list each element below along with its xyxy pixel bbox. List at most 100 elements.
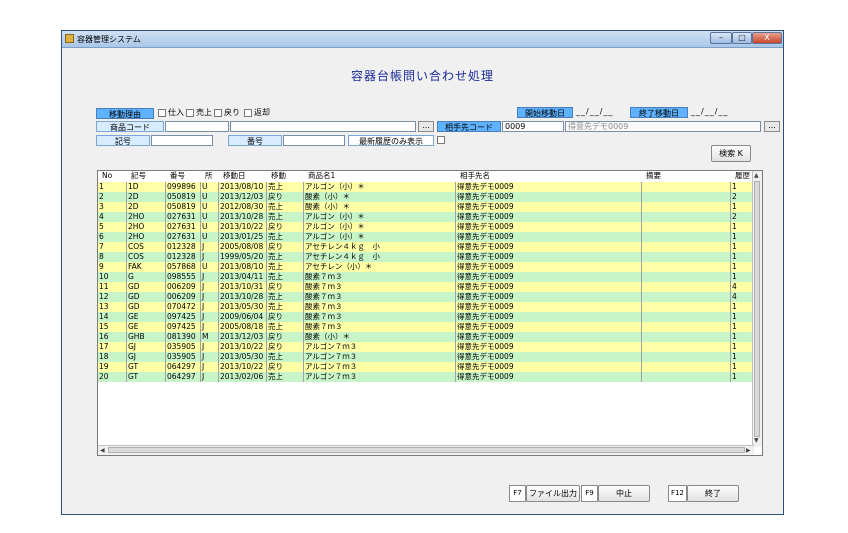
table-row[interactable]: 14 GE 097425 J 2009/06/04 戻り 酸素７ｍ３ 得意先デモ0009 1 xyxy=(98,312,754,322)
table-row[interactable]: 17 GJ 035905 J 2013/10/22 戻り アルゴン７ｍ３ 得意先デモ0009 1 xyxy=(98,342,754,352)
cancel-button[interactable]: 中止 xyxy=(598,485,650,502)
cell-move-date: 2013/10/22 xyxy=(219,222,267,232)
partner-lookup-button[interactable]: ... xyxy=(764,121,780,132)
col-move-date[interactable]: 移動日 xyxy=(223,171,246,181)
table-row[interactable]: 16 GHB 081390 M 2013/12/03 戻り 酸素（小）＊ 得意先デモ0009 1 xyxy=(98,332,754,342)
cell-partner-name: 得意先デモ0009 xyxy=(456,192,642,202)
cell-no: 4 xyxy=(98,212,127,222)
cell-move-date: 2013/04/11 xyxy=(219,272,267,282)
col-partner-name[interactable]: 相手先名 xyxy=(460,171,490,181)
cell-history: 1 xyxy=(731,372,754,382)
vertical-scroll-thumb[interactable] xyxy=(754,181,760,437)
checkbox-return[interactable] xyxy=(214,109,222,117)
table-row[interactable]: 11 GD 006209 J 2013/10/31 戻り 酸素７ｍ３ 得意先デモ0009 4 xyxy=(98,282,754,292)
cell-remarks xyxy=(642,222,731,232)
checkbox-purchase[interactable] xyxy=(158,109,166,117)
checkbox-giveback[interactable] xyxy=(244,109,252,117)
cell-remarks xyxy=(642,202,731,212)
table-row[interactable]: 9 FAK 057868 U 2013/08/10 売上 アセチレン（小）＊ 得意先デモ000… xyxy=(98,262,754,272)
start-date-input[interactable]: __/__/__ xyxy=(576,107,626,118)
search-button[interactable]: 検索 K xyxy=(711,145,751,162)
cell-location: J xyxy=(201,352,219,362)
table-row[interactable]: 20 GT 064297 J 2013/02/06 売上 アルゴン７ｍ３ 得意先デモ0009 1 xyxy=(98,372,754,382)
cell-remarks xyxy=(642,362,731,372)
cell-symbol: 1D xyxy=(127,182,166,192)
cell-location: U xyxy=(201,222,219,232)
end-date-input[interactable]: __/__/__ xyxy=(691,107,741,118)
cell-partner-name: 得意先デモ0009 xyxy=(456,372,642,382)
checkbox-sales[interactable] xyxy=(186,109,194,117)
table-row[interactable]: 3 2D 050819 U 2012/08/30 売上 酸素（小）＊ 得意先デモ0009 1 xyxy=(98,202,754,212)
table-row[interactable]: 13 GD 070472 J 2013/05/30 売上 酸素７ｍ３ 得意先デモ0009 1 xyxy=(98,302,754,312)
table-row[interactable]: 1 1D 099896 U 2013/08/10 売上 アルゴン（小）＊ 得意先デモ0009 1 xyxy=(98,182,754,192)
cell-symbol: GE xyxy=(127,322,166,332)
col-no[interactable]: No xyxy=(102,171,112,181)
col-history[interactable]: 履歴 xyxy=(735,171,750,181)
table-row[interactable]: 5 2HO 027631 U 2013/10/22 戻り アルゴン（小）＊ 得意先デモ0009… xyxy=(98,222,754,232)
cell-symbol: GHB xyxy=(127,332,166,342)
cell-no: 1 xyxy=(98,182,127,192)
table-row[interactable]: 2 2D 050819 U 2013/12/03 戻り 酸素（小）＊ 得意先デモ0009 2 xyxy=(98,192,754,202)
cell-location: M xyxy=(201,332,219,342)
col-remarks[interactable]: 摘要 xyxy=(646,171,661,181)
cell-move-date: 2009/06/04 xyxy=(219,312,267,322)
cell-remarks xyxy=(642,242,731,252)
cell-location: J xyxy=(201,322,219,332)
maximize-button[interactable]: □ xyxy=(732,32,752,44)
cell-partner-name: 得意先デモ0009 xyxy=(456,222,642,232)
latest-only-label: 最新履歴のみ表示 xyxy=(348,135,434,146)
cell-remarks xyxy=(642,272,731,282)
vertical-scrollbar[interactable]: ▲ ▼ xyxy=(752,171,762,447)
minimize-button[interactable]: – xyxy=(710,32,732,44)
table-row[interactable]: 4 2HO 027631 U 2013/10/28 売上 アルゴン（小）＊ 得意先デモ0009… xyxy=(98,212,754,222)
number-label: 番号 xyxy=(228,135,282,146)
latest-only-checkbox[interactable] xyxy=(437,136,445,144)
cell-location: J xyxy=(201,292,219,302)
cell-location: U xyxy=(201,192,219,202)
cell-partner-name: 得意先デモ0009 xyxy=(456,182,642,192)
page-title: 容器台帳問い合わせ処理 xyxy=(350,69,494,83)
partner-code-input[interactable]: 0009 xyxy=(502,121,564,132)
col-product-name[interactable]: 商品名1 xyxy=(308,171,335,181)
exit-button[interactable]: 終了 xyxy=(687,485,739,502)
symbol-input[interactable] xyxy=(151,135,213,146)
cell-product-name: アセチレン（小）＊ xyxy=(304,262,456,272)
table-row[interactable]: 6 2HO 027631 U 2013/01/25 売上 アルゴン（小）＊ 得意先デモ0009… xyxy=(98,232,754,242)
table-row[interactable]: 15 GE 097425 J 2005/08/18 売上 酸素７ｍ３ 得意先デモ0009 1 xyxy=(98,322,754,332)
cell-product-name: アルゴン７ｍ３ xyxy=(304,362,456,372)
horizontal-scrollbar[interactable]: ◀ ▶ xyxy=(98,445,754,455)
col-symbol[interactable]: 記号 xyxy=(131,171,146,181)
cell-no: 16 xyxy=(98,332,127,342)
close-button[interactable]: X xyxy=(752,32,782,44)
product-lookup-button[interactable]: ... xyxy=(418,121,434,132)
table-row[interactable]: 12 GD 006209 J 2013/10/28 売上 酸素７ｍ３ 得意先デモ0009 4 xyxy=(98,292,754,302)
cell-history: 1 xyxy=(731,312,754,322)
cell-move: 戻り xyxy=(267,342,304,352)
scroll-up-icon[interactable]: ▲ xyxy=(754,172,759,180)
scroll-right-icon[interactable]: ▶ xyxy=(746,447,751,455)
col-location[interactable]: 所 xyxy=(205,171,213,181)
col-number[interactable]: 番号 xyxy=(170,171,185,181)
table-row[interactable]: 19 GT 064297 J 2013/10/22 戻り アルゴン７ｍ３ 得意先デモ0009 1 xyxy=(98,362,754,372)
cell-move-date: 2013/10/28 xyxy=(219,212,267,222)
cell-move: 売上 xyxy=(267,352,304,362)
cell-location: J xyxy=(201,312,219,322)
table-row[interactable]: 18 GJ 035905 J 2013/05/30 売上 アルゴン７ｍ３ 得意先デモ0009 1 xyxy=(98,352,754,362)
product-code-input[interactable] xyxy=(165,121,229,132)
cell-number: 006209 xyxy=(166,282,201,292)
cell-partner-name: 得意先デモ0009 xyxy=(456,342,642,352)
cell-partner-name: 得意先デモ0009 xyxy=(456,272,642,282)
cell-move-date: 2013/08/10 xyxy=(219,262,267,272)
scroll-down-icon[interactable]: ▼ xyxy=(754,437,759,445)
horizontal-scroll-thumb[interactable] xyxy=(108,447,745,453)
col-move[interactable]: 移動 xyxy=(271,171,286,181)
file-export-button[interactable]: ファイル出力 xyxy=(526,485,580,502)
scroll-left-icon[interactable]: ◀ xyxy=(100,447,105,455)
table-row[interactable]: 7 COS 012328 J 2005/08/08 戻り アセチレン４ｋｇ 小得意先デモ00… xyxy=(98,242,754,252)
cell-remarks xyxy=(642,332,731,342)
cell-product-name: 酸素７ｍ３ xyxy=(304,322,456,332)
table-row[interactable]: 8 COS 012328 J 1999/05/20 売上 アセチレン４ｋｇ 小得意先デモ00… xyxy=(98,252,754,262)
cell-history: 2 xyxy=(731,212,754,222)
number-input[interactable] xyxy=(283,135,345,146)
table-row[interactable]: 10 G 098555 J 2013/04/11 売上 酸素７ｍ３ 得意先デモ0009 1 xyxy=(98,272,754,282)
